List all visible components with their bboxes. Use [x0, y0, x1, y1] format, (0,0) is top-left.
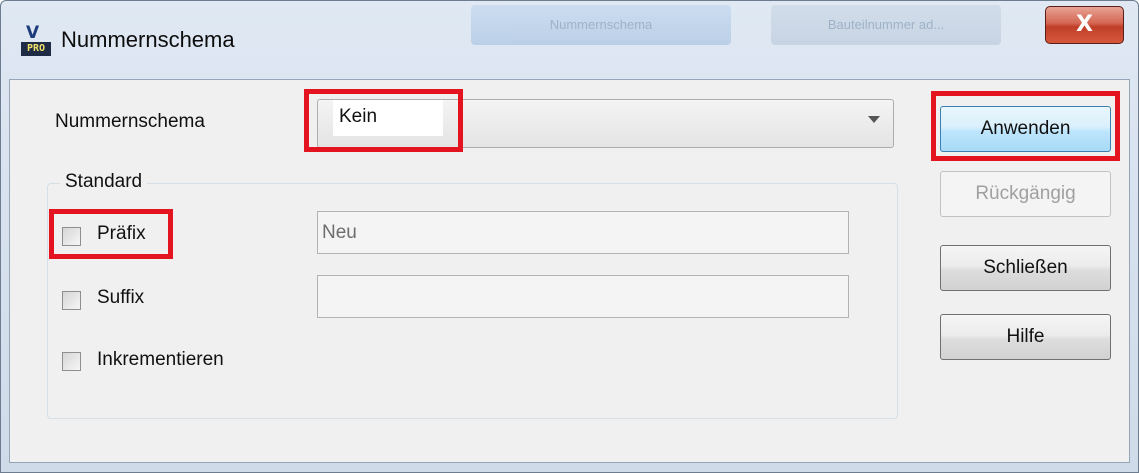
numbering-scheme-label: Nummernschema [55, 111, 205, 132]
background-tab: Nummernschema [471, 5, 731, 45]
close-icon: X [1076, 12, 1093, 37]
suffix-input[interactable] [317, 275, 849, 318]
highlight-box-prefix [49, 209, 173, 259]
highlight-box-apply [931, 91, 1120, 161]
title-bar[interactable]: Nummernschema Bauteilnummer ad... V PRO … [1, 1, 1138, 79]
close-button[interactable]: Schließen [940, 245, 1111, 291]
app-logo-icon: V PRO [21, 23, 53, 59]
app-logo-pro: PRO [21, 42, 51, 56]
chevron-down-icon[interactable] [868, 116, 880, 123]
app-logo-letter: V [26, 23, 40, 43]
suffix-checkbox[interactable] [62, 291, 81, 310]
standard-group-title: Standard [60, 171, 148, 193]
undo-button[interactable]: Rückgängig [940, 171, 1111, 217]
background-tab: Bauteilnummer ad... [771, 5, 1001, 45]
help-button[interactable]: Hilfe [940, 314, 1111, 360]
suffix-label[interactable]: Suffix [97, 287, 144, 309]
prefix-input[interactable]: Neu [317, 211, 849, 254]
window-title: Nummernschema [61, 27, 235, 52]
increment-checkbox[interactable] [62, 352, 81, 371]
close-window-button[interactable]: X [1045, 6, 1124, 44]
highlight-box-scheme [304, 89, 463, 152]
increment-label[interactable]: Inkrementieren [97, 349, 224, 371]
